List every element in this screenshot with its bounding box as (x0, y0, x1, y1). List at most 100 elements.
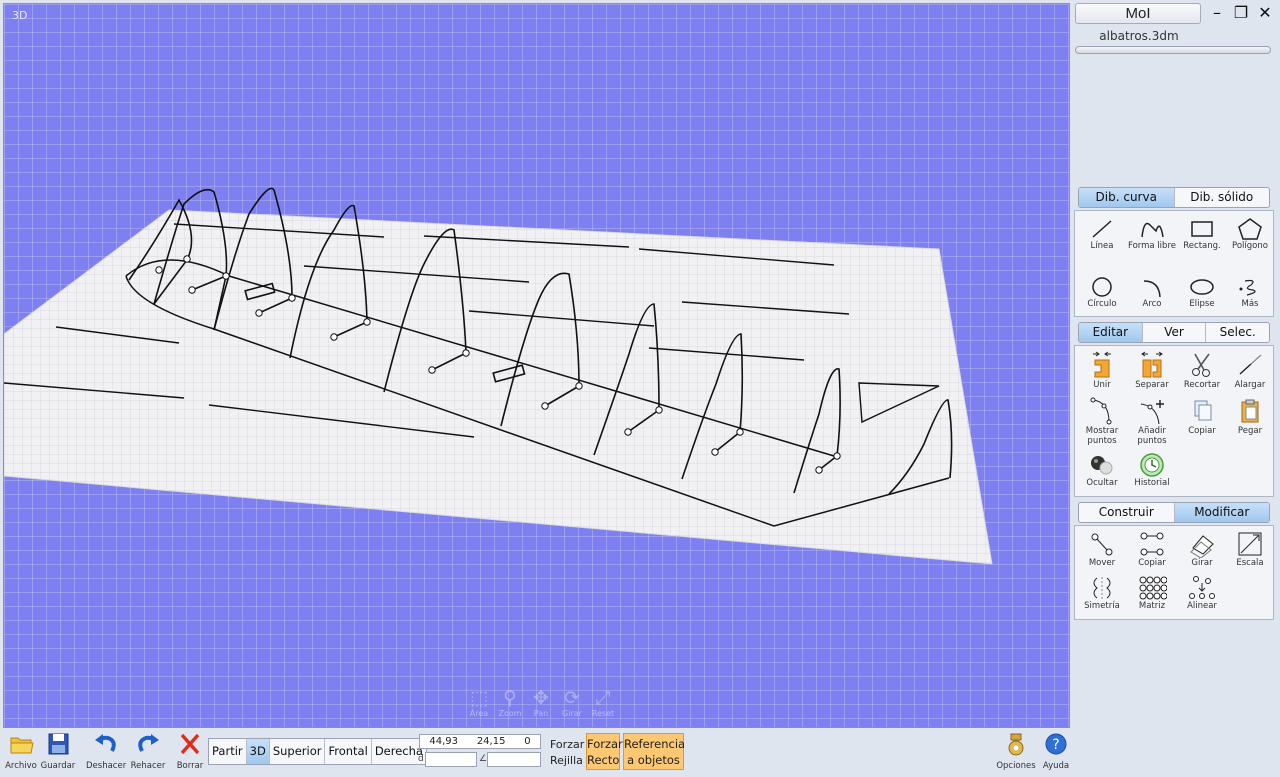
folder-icon (10, 737, 34, 754)
tab-partir[interactable]: Partir (209, 739, 247, 764)
tool-trim[interactable]: Recortar (1177, 350, 1227, 390)
copy-icon (1194, 400, 1212, 421)
object-snap-button[interactable]: Referencia a objetos (623, 733, 685, 770)
minimize-icon[interactable]: – (1207, 3, 1227, 23)
tab-3d[interactable]: 3D (246, 739, 270, 764)
grid-snap-toggle[interactable]: Forzar Rejilla (550, 737, 584, 769)
tool-align[interactable]: Alinear (1177, 575, 1227, 611)
tab-modificar[interactable]: Modificar (1174, 503, 1269, 522)
tool-more[interactable]: Más (1225, 275, 1275, 309)
tool-arc[interactable]: Arco (1127, 275, 1177, 309)
tool-polygon[interactable]: Polígono (1225, 217, 1275, 251)
polygon-icon (1238, 218, 1262, 240)
distance-input[interactable] (425, 752, 477, 767)
area-icon: ⬚ (470, 687, 488, 709)
scissors-icon (1192, 353, 1210, 377)
tool-rectangle[interactable]: Rectang. (1177, 217, 1227, 251)
nav-area-button[interactable]: ⬚ Área (463, 687, 495, 718)
array-icon (1139, 576, 1167, 600)
paste-icon (1241, 399, 1259, 423)
tool-history[interactable]: Historial (1127, 452, 1177, 488)
scene-canvas[interactable] (4, 4, 1070, 728)
nav-rotate-button[interactable]: ⟳ Girar (556, 687, 588, 718)
guardar-button[interactable]: Guardar (40, 731, 76, 772)
file-name: albatros.3dm (1099, 29, 1179, 43)
mirror-icon (1093, 577, 1111, 599)
tool-freeform[interactable]: Forma libre (1127, 217, 1177, 251)
more-icon (1239, 279, 1256, 296)
move-icon (1091, 533, 1113, 556)
edit-tools-panel: Unir Separar Recortar Alargar Mostrar pu… (1074, 345, 1274, 497)
tool-copy-transform[interactable]: Copiar (1127, 530, 1177, 568)
progress-bar (1075, 46, 1271, 54)
tool-move[interactable]: Mover (1077, 530, 1127, 568)
tab-draw-solid[interactable]: Dib. sólido (1175, 188, 1270, 207)
tab-draw-curve[interactable]: Dib. curva (1079, 188, 1175, 207)
svg-text:?: ? (1052, 737, 1059, 753)
tool-paste[interactable]: Pegar (1225, 396, 1275, 436)
redo-icon (138, 734, 159, 752)
tool-array[interactable]: Matriz (1127, 575, 1177, 611)
app-title-button[interactable]: MoI (1075, 3, 1201, 24)
tab-frontal[interactable]: Frontal (325, 739, 372, 764)
join-icon (1093, 351, 1111, 378)
nav-zoom-button[interactable]: ⚲ Zoom (494, 687, 526, 718)
angle-input[interactable] (487, 752, 541, 767)
coord-x: 44,93 (429, 736, 459, 747)
tool-scale[interactable]: Escala (1225, 530, 1275, 568)
extend-icon (1239, 354, 1262, 375)
tool-copy[interactable]: Copiar (1177, 396, 1227, 436)
coord-z: 0 (524, 736, 531, 747)
viewport-label: 3D (12, 9, 28, 22)
tab-selec[interactable]: Selec. (1206, 323, 1269, 342)
tab-editar[interactable]: Editar (1079, 323, 1143, 342)
nav-reset-button[interactable]: ⤢ Reset (587, 687, 619, 718)
reset-icon: ⤢ (595, 687, 611, 709)
scale-icon (1238, 532, 1262, 556)
tool-ellipse[interactable]: Elipse (1177, 275, 1227, 309)
tool-rotate[interactable]: Girar (1177, 530, 1227, 568)
ayuda-button[interactable]: ? Ayuda (1038, 731, 1074, 772)
tab-construir[interactable]: Construir (1079, 503, 1175, 522)
save-icon (48, 733, 69, 755)
tool-circle[interactable]: Círculo (1077, 275, 1127, 309)
distance-label: d (418, 754, 424, 764)
tab-ver[interactable]: Ver (1143, 323, 1207, 342)
zoom-icon: ⚲ (503, 687, 517, 709)
freeform-icon (1141, 222, 1164, 238)
close-icon[interactable]: ✕ (1255, 3, 1275, 23)
delete-icon (180, 733, 200, 755)
transform-tools-panel: Mover Copiar Girar Escala Simetría Matri… (1074, 525, 1274, 620)
coord-y: 24,15 (476, 736, 506, 747)
archivo-button[interactable]: Archivo (3, 731, 39, 772)
tool-extend[interactable]: Alargar (1225, 350, 1275, 390)
ortho-snap-button[interactable]: Forzar Recto (586, 733, 623, 770)
coordinate-readout: 44,93 24,15 0 (419, 734, 541, 749)
copy-transform-icon (1140, 532, 1164, 556)
borrar-button[interactable]: Borrar (175, 731, 205, 772)
tool-separate[interactable]: Separar (1127, 350, 1177, 390)
view-tabs: Partir 3D Superior Frontal Derecha (208, 738, 427, 765)
deshacer-button[interactable]: Deshacer (86, 731, 126, 772)
tool-mirror[interactable]: Simetría (1077, 575, 1127, 611)
tab-superior[interactable]: Superior (270, 739, 326, 764)
bottom-toolbar: Archivo Guardar Deshacer Rehacer Borrar … (0, 729, 1072, 777)
tool-join[interactable]: Unir (1077, 350, 1127, 390)
rehacer-button[interactable]: Rehacer (128, 731, 168, 772)
help-icon: ? (1045, 733, 1067, 755)
angle-label: ∠ (479, 754, 488, 764)
opciones-button[interactable]: Opciones (994, 731, 1038, 772)
rectangle-icon (1191, 221, 1213, 237)
transform-tabs: Construir Modificar (1078, 502, 1270, 523)
nav-pan-button[interactable]: ✥ Pan (525, 687, 557, 718)
rotate-icon (1190, 535, 1214, 558)
3d-viewport[interactable]: 3D ⬚ Área ⚲ Zoom ✥ Pan ⟳ Girar ⤢ Reset (3, 3, 1070, 728)
tool-hide[interactable]: Ocultar (1077, 452, 1127, 488)
tool-line[interactable]: Línea (1077, 217, 1127, 251)
add-points-icon (1140, 400, 1164, 425)
tool-show-points[interactable]: Mostrar puntos (1077, 396, 1127, 446)
edit-tabs: Editar Ver Selec. (1078, 322, 1270, 343)
draw-tabs: Dib. curva Dib. sólido (1078, 187, 1270, 208)
tool-add-points[interactable]: Añadir puntos (1127, 396, 1177, 446)
restore-icon[interactable]: ❐ (1231, 3, 1251, 23)
